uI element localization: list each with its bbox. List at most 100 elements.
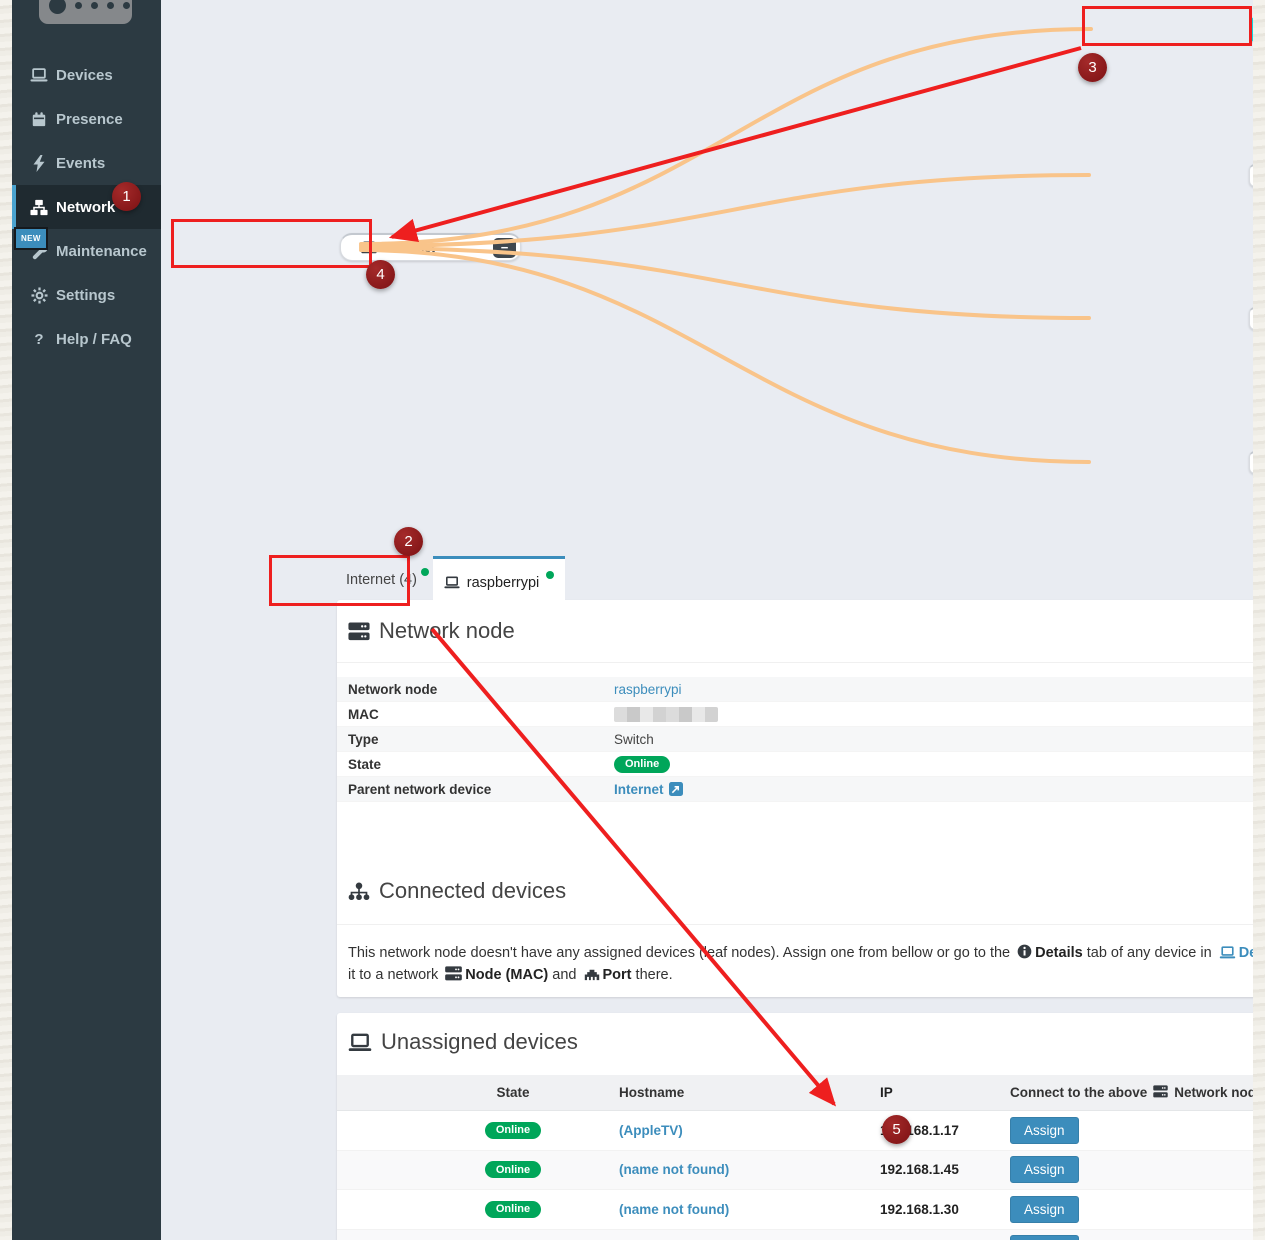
table-row: Online (name not found) 192.168.1.30 Ass… — [337, 1190, 1265, 1230]
table-row: State Online — [337, 752, 1265, 777]
assign-button[interactable]: Assign — [1010, 1156, 1079, 1183]
ethernet-port-icon — [584, 967, 600, 987]
unassigned-devices-heading: Unassigned devices — [348, 1029, 578, 1055]
sidebar-item-events[interactable]: Events — [12, 141, 161, 185]
sidebar-item-presence[interactable]: Presence — [12, 97, 161, 141]
logo-dot — [49, 0, 66, 14]
logo-dot — [123, 2, 130, 9]
redacted-mac-value — [614, 707, 718, 722]
table-row: Network node raspberrypi — [337, 677, 1265, 702]
connect-header: Connect to the above Network node — [1010, 1085, 1265, 1101]
ip-value: 192.168.1.17 — [880, 1123, 1010, 1138]
row-label: Network node — [337, 682, 614, 697]
row-label: State — [337, 757, 614, 772]
hostname-link[interactable]: (name not found) — [619, 1162, 729, 1177]
ip-value: 192.168.1.45 — [880, 1162, 1010, 1177]
hostname-link[interactable]: (AppleTV) — [619, 1123, 683, 1138]
tab-label: Internet (4) — [346, 572, 417, 588]
assign-button[interactable]: Assign — [1010, 1235, 1079, 1240]
main-content: Internet − raspberrypi (name not found) … — [161, 0, 1253, 1240]
table-row: Online (name not found) 192.168.1.57 Ass… — [337, 1230, 1265, 1240]
help-text: This network node doesn't have any assig… — [348, 945, 1014, 961]
sidebar-item-label: Settings — [56, 287, 115, 304]
sidebar-item-label: Presence — [56, 111, 123, 128]
sidebar-item-label: Help / FAQ — [56, 331, 132, 348]
parent-device-link[interactable]: Internet — [614, 782, 664, 797]
collapse-node-button[interactable]: − — [493, 238, 516, 258]
network-node-heading: Network node — [348, 618, 515, 644]
external-link-icon[interactable] — [669, 782, 683, 796]
laptop-icon — [348, 1033, 372, 1052]
help-text: and — [548, 967, 580, 983]
unassigned-devices-panel: Unassigned devices State Hostname IP Con… — [337, 1013, 1265, 1240]
help-text: tab of any device in — [1083, 945, 1216, 961]
sidebar-item-label: Network — [56, 199, 115, 216]
ip-header: IP — [880, 1085, 1010, 1100]
panel-title: Network node — [379, 618, 515, 644]
divider — [337, 924, 1265, 925]
details-label: Details — [1035, 945, 1083, 961]
gear-icon — [30, 286, 48, 304]
row-label: Type — [337, 732, 614, 747]
sidebar-item-label: Events — [56, 155, 105, 172]
row-label: MAC — [337, 707, 614, 722]
node-info-table: Network node raspberrypi MAC Type Switch… — [337, 677, 1265, 802]
laptop-icon — [30, 66, 48, 84]
online-dot — [546, 571, 554, 579]
hostname-link[interactable]: (name not found) — [619, 1202, 729, 1217]
network-icon — [30, 198, 48, 216]
unassigned-devices-table: State Hostname IP Connect to the above N… — [337, 1075, 1265, 1240]
sidebar-item-devices[interactable]: Devices — [12, 53, 161, 97]
node-name-link[interactable]: raspberrypi — [614, 682, 682, 697]
app-logo — [39, 0, 132, 24]
tab-internet[interactable]: Internet (4) — [346, 558, 429, 602]
online-dot — [421, 568, 429, 576]
desktop-texture-right — [1253, 0, 1265, 1240]
topology-node-internet[interactable]: Internet − — [340, 233, 521, 261]
status-badge: Online — [485, 1201, 541, 1218]
desktop-texture-left — [0, 0, 12, 1240]
connect-header-text: Network node — [1174, 1085, 1263, 1100]
sidebar-item-settings[interactable]: Settings — [12, 273, 161, 317]
tab-label: raspberrypi — [467, 575, 540, 591]
panel-title: Unassigned devices — [381, 1029, 578, 1055]
row-value: Switch — [614, 732, 1265, 747]
table-row: Online (name not found) 192.168.1.45 Ass… — [337, 1151, 1265, 1191]
panel-title: Connected devices — [379, 878, 566, 904]
calendar-icon — [30, 110, 48, 128]
question-icon: ? — [30, 330, 48, 348]
status-badge: Online — [485, 1161, 541, 1178]
table-row: Type Switch — [337, 727, 1265, 752]
server-icon — [1153, 1085, 1168, 1101]
assign-button[interactable]: Assign — [1010, 1196, 1079, 1223]
table-header-row: State Hostname IP Connect to the above N… — [337, 1075, 1265, 1111]
connect-header-text: Connect to the above — [1010, 1085, 1147, 1100]
sidebar-item-help[interactable]: ? Help / FAQ — [12, 317, 161, 361]
bolt-icon — [30, 154, 48, 172]
state-header: State — [337, 1085, 619, 1100]
table-row: Parent network device Internet — [337, 777, 1265, 802]
server-icon — [348, 622, 370, 641]
laptop-icon — [361, 241, 377, 254]
node-label: Internet — [391, 241, 435, 255]
logo-dot — [75, 2, 82, 9]
row-label: Parent network device — [337, 782, 614, 797]
node-mac-label: Node (MAC) — [465, 967, 548, 983]
hostname-header: Hostname — [619, 1085, 880, 1100]
logo-dot — [107, 2, 114, 9]
logo-dot — [91, 2, 98, 9]
assign-button[interactable]: Assign — [1010, 1117, 1079, 1144]
info-circle-icon — [1017, 944, 1032, 965]
sidebar-item-network[interactable]: Network — [12, 185, 161, 229]
assign-help-text: This network node doesn't have any assig… — [348, 943, 1265, 987]
divider — [337, 662, 1265, 663]
status-badge: Online — [485, 1122, 541, 1139]
sitemap-icon — [348, 882, 370, 901]
status-badge: Online — [614, 756, 670, 773]
new-badge: NEW — [14, 227, 48, 250]
tab-raspberrypi[interactable]: raspberrypi — [433, 556, 565, 606]
server-icon — [445, 966, 462, 987]
port-label: Port — [603, 967, 632, 983]
ip-value: 192.168.1.30 — [880, 1202, 1010, 1217]
sidebar: Devices Presence Events Network — [12, 0, 161, 1240]
